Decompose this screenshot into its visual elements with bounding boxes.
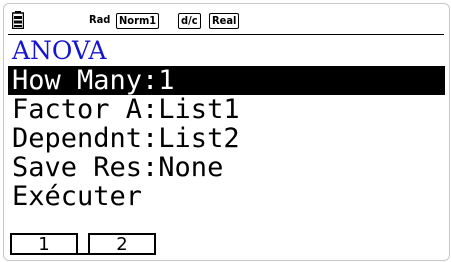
setting-row-factor-a[interactable]: Factor A:List1 (8, 95, 445, 124)
setting-row-dependent[interactable]: Dependnt:List2 (8, 124, 445, 153)
execute-row[interactable]: Exécuter (8, 182, 445, 211)
status-divider (8, 34, 444, 35)
display-mode-indicator: Norm1 (116, 13, 160, 29)
setting-row-save-res[interactable]: Save Res:None (8, 153, 445, 182)
angle-mode-indicator: Rad (88, 13, 112, 29)
battery-icon (12, 11, 24, 29)
function-key-bar (10, 253, 156, 255)
function-key-1[interactable]: 1 (10, 233, 78, 255)
status-bar: Rad Norm1 d/c Real (10, 10, 440, 32)
lcd-screen: Rad Norm1 d/c Real ANOVA How Many:1 Fact… (3, 3, 450, 261)
setting-row-how-many[interactable]: How Many:1 (8, 66, 445, 95)
calculator-display: Rad Norm1 d/c Real ANOVA How Many:1 Fact… (0, 0, 451, 262)
function-key-2[interactable]: 2 (88, 233, 156, 255)
complex-mode-indicator: Real (209, 13, 240, 29)
fraction-mode-indicator: d/c (178, 13, 201, 29)
page-title: ANOVA (12, 36, 107, 65)
